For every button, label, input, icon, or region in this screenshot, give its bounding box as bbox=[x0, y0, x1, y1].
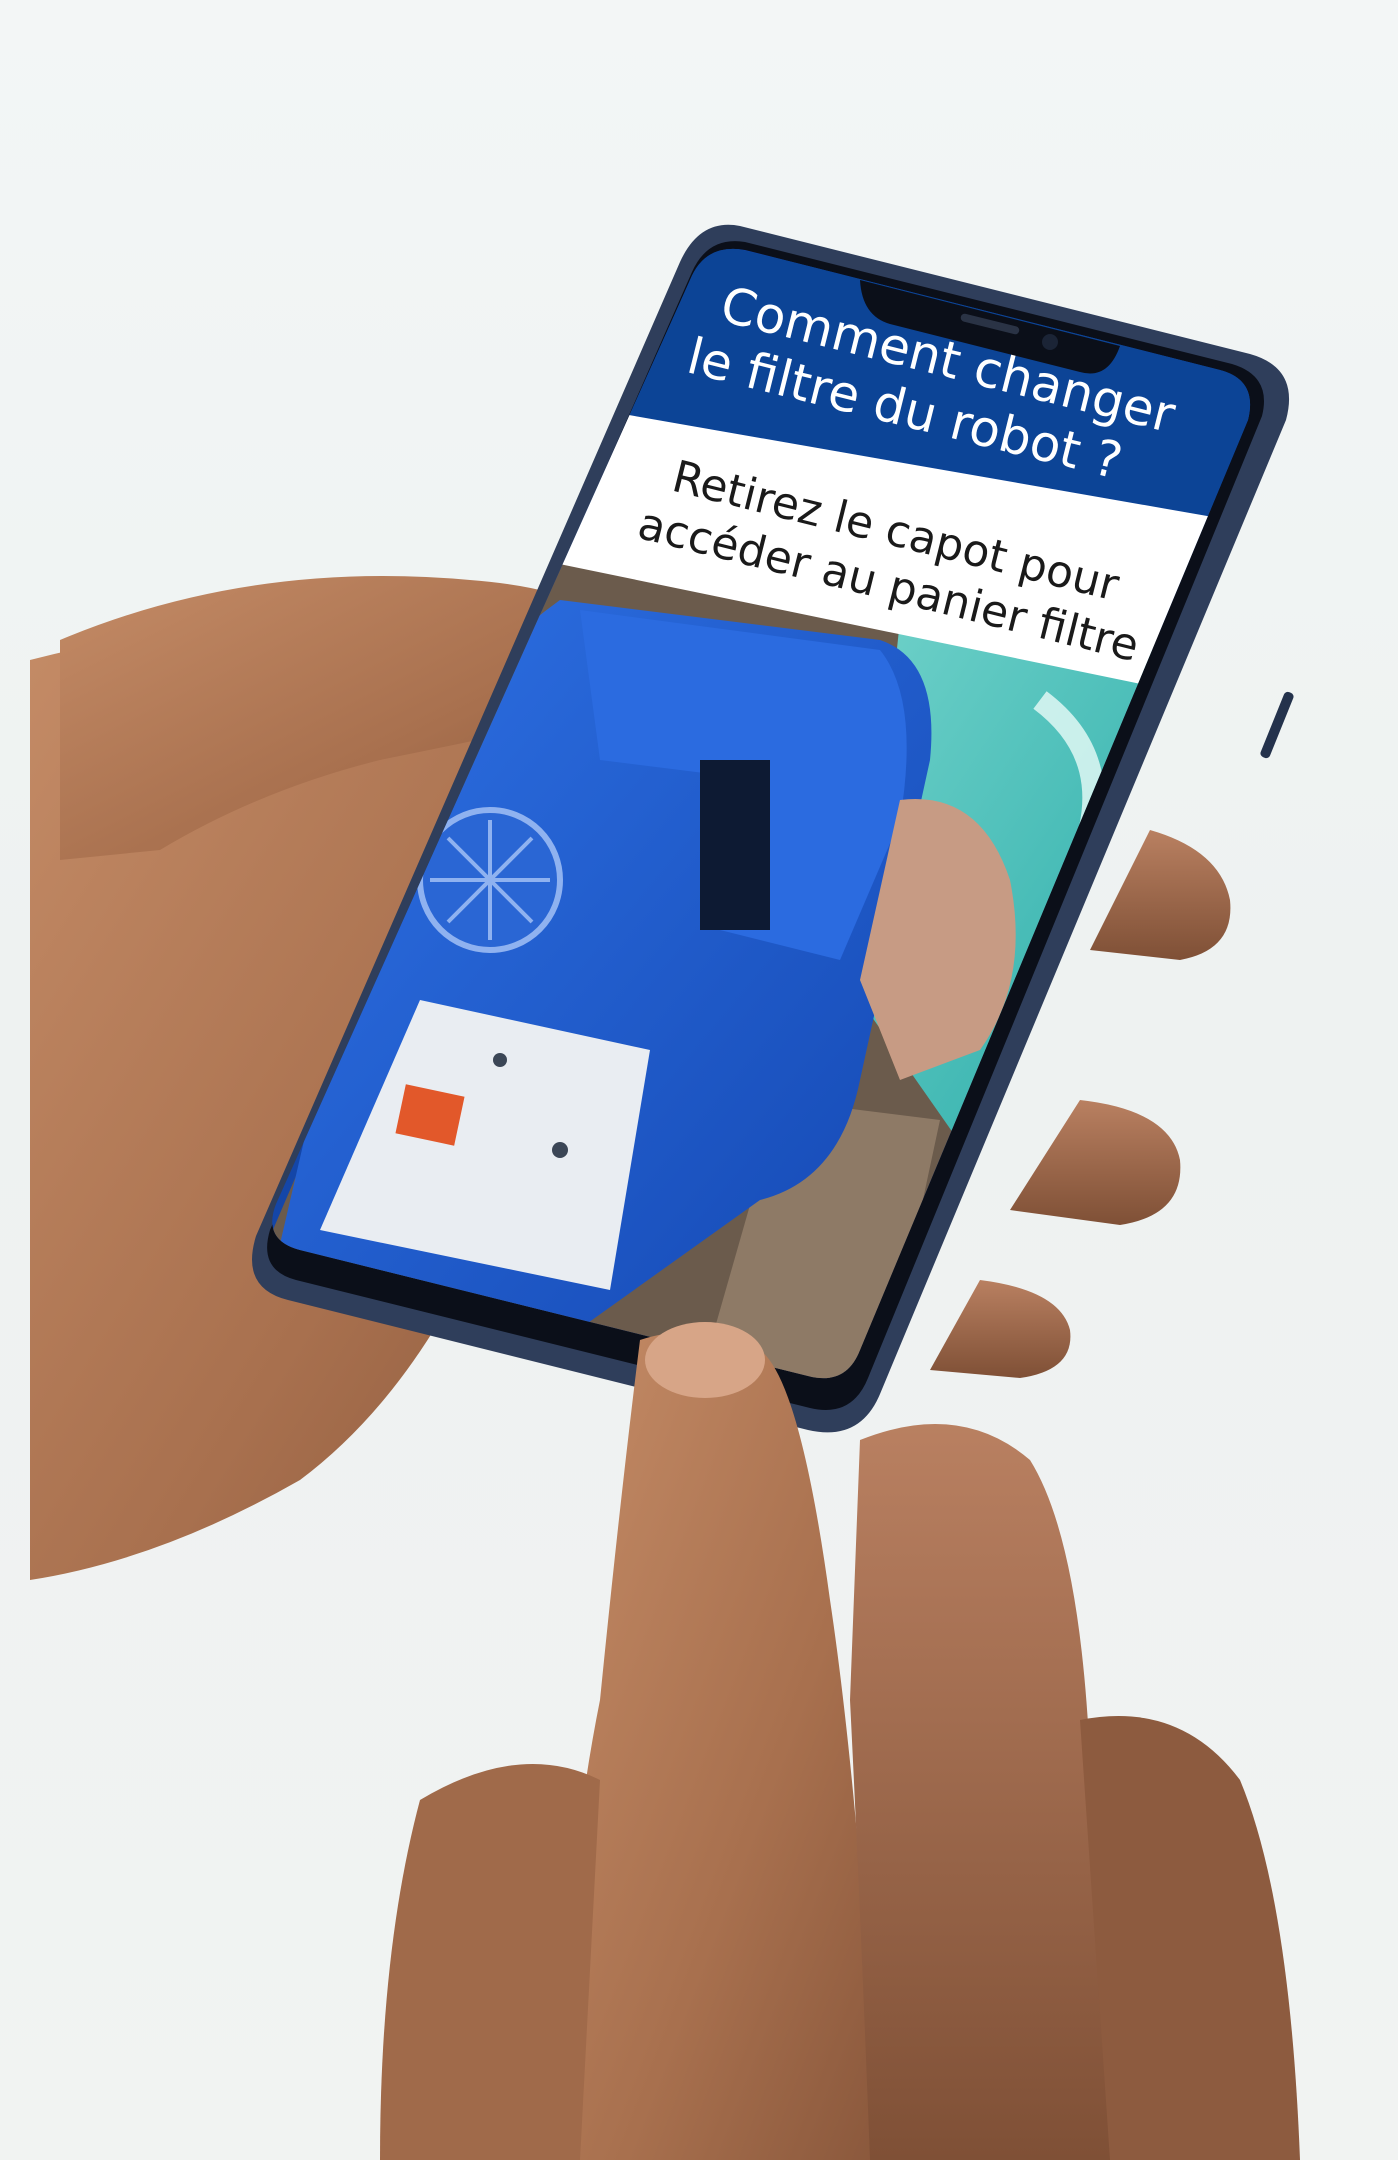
photo-scene: Comment changer le filtre du robot ? Ret… bbox=[30, 224, 1300, 2160]
front-camera-icon bbox=[1042, 334, 1058, 350]
right-hand bbox=[380, 1322, 1300, 2160]
volume-button bbox=[1260, 691, 1294, 759]
